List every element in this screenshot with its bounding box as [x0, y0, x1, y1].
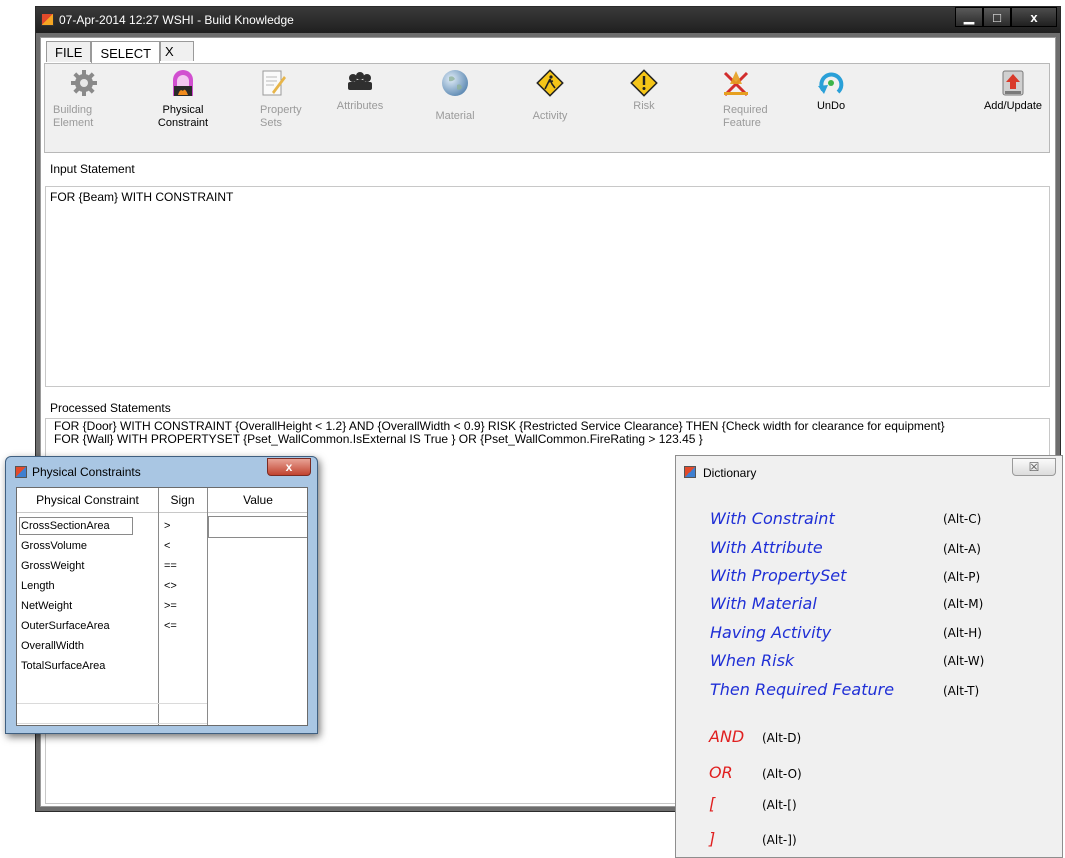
- app-icon: [684, 466, 696, 478]
- processed-statements-label: Processed Statements: [50, 401, 171, 415]
- constraint-item[interactable]: GrossVolume: [21, 536, 87, 556]
- physical-constraint-label: Physical Constraint: [157, 104, 209, 129]
- dictionary-shortcut: (Alt-P): [943, 570, 981, 584]
- sign-item[interactable]: >: [164, 516, 170, 536]
- globe-icon: [440, 68, 470, 98]
- column-header-physical-constraint[interactable]: Physical Constraint: [17, 488, 158, 513]
- constraint-item[interactable]: OuterSurfaceArea: [21, 616, 110, 636]
- people-icon: [345, 68, 375, 98]
- input-statement-label: Input Statement: [50, 162, 135, 176]
- physical-constraints-grid: Physical Constraint Sign Value CrossSect…: [16, 487, 308, 726]
- dictionary-shortcut: (Alt-O): [762, 767, 802, 781]
- dictionary-keyword[interactable]: With Material: [710, 594, 817, 613]
- add-update-label: Add/Update: [983, 100, 1043, 112]
- tools-icon: [721, 68, 751, 98]
- required-feature-button[interactable]: Required Feature: [696, 68, 776, 130]
- constraint-item[interactable]: GrossWeight: [21, 556, 84, 576]
- dictionary-operator[interactable]: ]: [709, 829, 715, 848]
- activity-label: Activity: [532, 110, 568, 122]
- dictionary-shortcut: (Alt-W): [943, 654, 985, 668]
- physical-constraints-window: Physical Constraints x Physical Constrai…: [5, 456, 318, 734]
- dictionary-shortcut: (Alt-T): [943, 684, 980, 698]
- close-button[interactable]: ☒: [1012, 458, 1056, 476]
- toolbar-ribbon: Building Element Physical Constraint Pro…: [44, 63, 1050, 153]
- row-divider: [17, 723, 207, 724]
- dictionary-shortcut: (Alt-C): [943, 512, 982, 526]
- constraint-item[interactable]: OverallWidth: [21, 636, 84, 656]
- physical-constraint-button[interactable]: Physical Constraint: [143, 68, 223, 130]
- attributes-button[interactable]: Attributes: [320, 68, 400, 113]
- document-edit-icon: [258, 68, 288, 98]
- sign-item[interactable]: >=: [164, 596, 177, 616]
- building-element-label: Building Element: [53, 104, 94, 129]
- dictionary-shortcut: (Alt-A): [943, 542, 981, 556]
- tab-x[interactable]: X: [160, 41, 195, 61]
- dictionary-shortcut: (Alt-]): [762, 833, 797, 847]
- activity-button[interactable]: Activity: [510, 68, 590, 123]
- dictionary-window: Dictionary ☒ With Constraint (Alt-C) Wit…: [675, 455, 1063, 858]
- dictionary-keyword[interactable]: With PropertySet: [710, 566, 846, 585]
- value-input[interactable]: [208, 516, 307, 538]
- constraint-item[interactable]: Length: [21, 576, 55, 596]
- window-title: 07-Apr-2014 12:27 WSHI - Build Knowledge: [59, 13, 294, 27]
- minimize-button[interactable]: ▁: [955, 7, 983, 27]
- row-divider: [17, 703, 207, 704]
- column-header-value[interactable]: Value: [207, 488, 307, 513]
- input-statement-field[interactable]: FOR {Beam} WITH CONSTRAINT: [45, 186, 1050, 387]
- dictionary-shortcut: (Alt-M): [943, 597, 984, 611]
- dictionary-shortcut: (Alt-H): [943, 626, 982, 640]
- sign-item[interactable]: ==: [164, 556, 177, 576]
- constraint-item[interactable]: TotalSurfaceArea: [21, 656, 105, 676]
- attributes-label: Attributes: [336, 100, 384, 112]
- dictionary-keyword[interactable]: With Attribute: [710, 538, 823, 557]
- tab-select[interactable]: SELECT: [91, 41, 161, 64]
- dictionary-keyword[interactable]: With Constraint: [710, 509, 835, 528]
- required-feature-label: Required Feature: [723, 104, 768, 129]
- risk-button[interactable]: Risk: [604, 68, 684, 113]
- tab-strip: FILE SELECT X: [46, 41, 195, 64]
- property-sets-label: Property Sets: [260, 104, 302, 129]
- constraint-item[interactable]: CrossSectionArea: [21, 516, 110, 536]
- material-button[interactable]: Material: [415, 68, 495, 123]
- dictionary-shortcut: (Alt-[): [762, 798, 797, 812]
- dictionary-keyword[interactable]: When Risk: [710, 651, 794, 670]
- upload-icon: [998, 68, 1028, 98]
- building-element-button[interactable]: Building Element: [44, 68, 124, 130]
- sign-item[interactable]: <>: [164, 576, 177, 596]
- worker-sign-icon: [535, 68, 565, 98]
- input-statement-text: FOR {Beam} WITH CONSTRAINT: [50, 190, 234, 204]
- risk-label: Risk: [633, 100, 655, 112]
- dictionary-title: Dictionary: [703, 466, 757, 480]
- title-bar[interactable]: 07-Apr-2014 12:27 WSHI - Build Knowledge…: [36, 7, 1060, 33]
- column-header-sign[interactable]: Sign: [158, 488, 207, 513]
- physical-constraints-title: Physical Constraints: [32, 465, 141, 479]
- undo-label: UnDo: [816, 100, 846, 112]
- sign-item[interactable]: <=: [164, 616, 177, 636]
- undo-icon: [816, 68, 846, 98]
- app-icon: [15, 466, 27, 478]
- dictionary-operator[interactable]: AND: [709, 727, 744, 746]
- property-sets-button[interactable]: Property Sets: [233, 68, 313, 130]
- processed-statement[interactable]: FOR {Wall} WITH PROPERTYSET {Pset_WallCo…: [54, 433, 1041, 446]
- material-label: Material: [435, 110, 475, 122]
- sign-item[interactable]: <: [164, 536, 170, 556]
- close-button[interactable]: x: [267, 458, 311, 476]
- fireplace-icon: [168, 68, 198, 98]
- constraint-item[interactable]: NetWeight: [21, 596, 72, 616]
- maximize-button[interactable]: □: [983, 7, 1011, 27]
- add-update-button[interactable]: Add/Update: [973, 68, 1053, 113]
- dictionary-operator[interactable]: OR: [709, 763, 733, 782]
- tab-file[interactable]: FILE: [46, 41, 92, 62]
- undo-button[interactable]: UnDo: [791, 68, 871, 113]
- warning-icon: [629, 68, 659, 98]
- column-divider: [158, 488, 159, 725]
- dictionary-keyword[interactable]: Then Required Feature: [710, 680, 894, 699]
- dictionary-operator[interactable]: [: [709, 794, 715, 813]
- dictionary-keyword[interactable]: Having Activity: [710, 623, 831, 642]
- window-controls: ▁ □ x: [955, 7, 1057, 27]
- app-icon: [41, 13, 54, 26]
- close-button[interactable]: x: [1011, 7, 1057, 27]
- dictionary-shortcut: (Alt-D): [762, 731, 802, 745]
- gear-icon: [69, 68, 99, 98]
